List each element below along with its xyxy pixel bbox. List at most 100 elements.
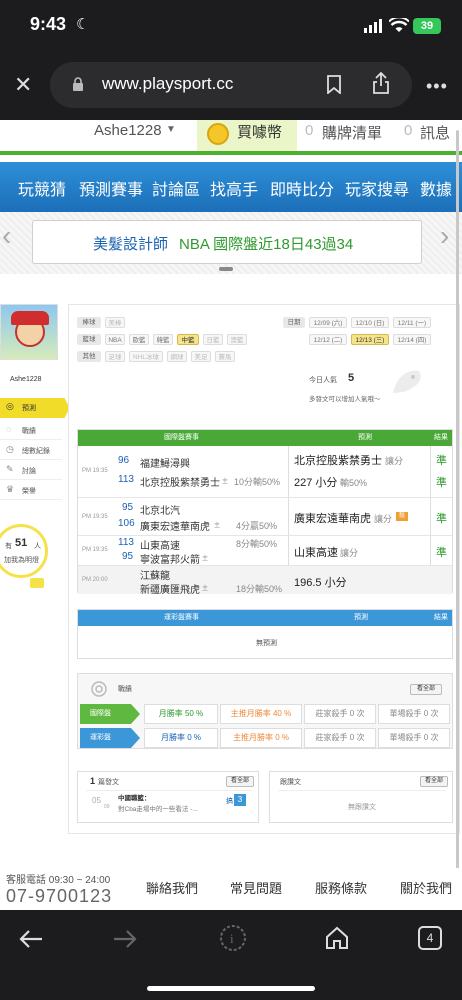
banner-card[interactable]: 美髮設計師 NBA 國際盤近18日43過34	[32, 220, 422, 264]
footer-link-terms[interactable]: 服務條款	[315, 878, 367, 897]
footer-link-about[interactable]: 關於我們	[400, 878, 452, 897]
handicap-line: 4分贏50%	[236, 521, 278, 531]
sidebar-item-label: 預測	[22, 405, 36, 412]
lottery-bookie-killer: 莊家殺手 0 次	[304, 728, 376, 748]
chevron-left-icon[interactable]: ‹	[2, 220, 11, 252]
reply-label: 搞	[226, 798, 233, 805]
share-icon[interactable]	[372, 72, 390, 94]
cart-link[interactable]: 購牌清單	[322, 122, 382, 143]
game-time: PM 19:35	[82, 514, 108, 520]
forward-arrow-icon[interactable]	[112, 928, 138, 950]
filter-us-football[interactable]: 美足	[191, 351, 211, 362]
tabs-button[interactable]: 4	[418, 926, 442, 950]
away-score: 96	[118, 455, 130, 466]
fan-lightbulb[interactable]: 有 51 人 加我為明燈	[0, 524, 48, 578]
result-badge: 準	[436, 455, 447, 467]
popularity-label: 今日人氣	[309, 377, 337, 384]
lottery-col-predict: 預測	[354, 614, 368, 621]
lottery-prediction-table: 運彩盤賽事 預測 結果 無預測	[77, 609, 453, 659]
avatar	[0, 304, 58, 360]
home-icon[interactable]	[324, 925, 350, 951]
nav-item-live-scores[interactable]: 即時比分	[270, 176, 334, 200]
home-score: 95	[122, 551, 134, 562]
status-bar: 9:43 ☾ 39	[0, 0, 462, 52]
replies-panel: 跟讚文 看全部 無跟讚文	[269, 771, 453, 823]
filter-euro-basketball[interactable]: 歐籃	[129, 334, 149, 345]
info-icon[interactable]: i	[219, 924, 247, 952]
carousel-dots	[219, 267, 233, 271]
date-1213[interactable]: 12/13 (三)	[351, 334, 389, 345]
wifi-icon	[389, 18, 409, 32]
filter-australia-basketball[interactable]: 澳籃	[227, 334, 247, 345]
buy-coins-button[interactable]: 買噱幣	[197, 120, 297, 151]
filter-nhl[interactable]: NHL冰球	[129, 351, 163, 362]
sidebar-item-total-record[interactable]: ◷ 總數紀錄	[0, 442, 62, 460]
nav-item-forum[interactable]: 討論區	[152, 176, 200, 200]
filter-soccer[interactable]: 足球	[105, 351, 125, 362]
lightbulb-icon	[30, 578, 44, 588]
lottery-month-win-rate: 月勝率 0 %	[144, 728, 218, 748]
nav-item-find-experts[interactable]: 找高手	[210, 176, 258, 200]
sidebar-item-record[interactable]: ◌ 戰績	[0, 422, 62, 440]
sidebar-item-honor[interactable]: ♛ 榮譽	[0, 482, 62, 500]
posts-view-all-button[interactable]: 看全部	[226, 776, 254, 787]
date-1211[interactable]: 12/11 (一)	[393, 317, 431, 328]
scrollbar[interactable]	[456, 130, 459, 890]
nav-item-predict-game[interactable]: 玩競猜	[18, 176, 66, 200]
filter-china-basketball[interactable]: 中籃	[177, 334, 199, 345]
close-icon[interactable]: ✕	[14, 72, 32, 98]
bookmark-icon[interactable]	[327, 75, 341, 94]
filter-us-baseball[interactable]: 美棒	[105, 317, 125, 328]
away-team: 北京北汽	[140, 506, 180, 517]
message-link[interactable]: 訊息	[420, 122, 450, 143]
chat-icon: ◌	[6, 424, 12, 434]
address-bar[interactable]: www.playsport.cc	[50, 62, 412, 108]
popularity-note: 多發文可以增加人氣哦～	[309, 396, 381, 403]
back-arrow-icon[interactable]	[18, 928, 44, 950]
record-view-all-button[interactable]: 看全部	[410, 684, 442, 695]
date-1209[interactable]: 12/09 (六)	[309, 317, 347, 328]
filter-japan-basketball[interactable]: 日籃	[203, 334, 223, 345]
away-team: 山東高速	[140, 541, 180, 552]
nav-item-predict-events[interactable]: 預測賽事	[79, 176, 143, 200]
status-time: 9:43	[30, 14, 67, 34]
sidebar-item-label: 戰績	[22, 428, 36, 435]
post-title[interactable]: 對Cba走場中的一些看法 -...	[118, 803, 198, 813]
sidebar-item-discuss[interactable]: ✎ 討論	[0, 462, 62, 480]
fans-count: 51	[15, 537, 28, 549]
replies-view-all-button[interactable]: 看全部	[420, 776, 448, 787]
fans-unit: 人	[34, 543, 41, 550]
home-mark: 主	[222, 479, 229, 485]
more-options-icon[interactable]: •••	[426, 76, 448, 97]
date-1214[interactable]: 12/14 (四)	[393, 334, 431, 345]
filter-horse-racing[interactable]: 賽馬	[215, 351, 235, 362]
table-row: PM 19:35 113 山東高速 95 寧波富邦火箭 主 8分輸50% 山東高…	[78, 536, 452, 566]
service-phone[interactable]: 07-9700123	[6, 886, 112, 907]
username-dropdown[interactable]: Ashe1228	[94, 122, 162, 139]
nav-item-data[interactable]: 數據	[420, 176, 452, 200]
chevron-right-icon[interactable]: ›	[440, 220, 449, 252]
date-1210[interactable]: 12/10 (日)	[351, 317, 389, 328]
post-count-label: 篇發文	[98, 779, 119, 786]
footer-link-contact[interactable]: 聯絡我們	[146, 878, 198, 897]
chevron-down-icon: ▼	[166, 124, 176, 135]
home-mark: 主	[214, 523, 221, 529]
result-badge: 準	[436, 547, 447, 559]
filter-korea-basketball[interactable]: 韓籃	[153, 334, 173, 345]
post-category[interactable]: 中國職籃：	[118, 792, 151, 802]
prediction-type: 讓分	[374, 514, 393, 524]
lottery-record-tab: 運彩盤	[80, 728, 140, 748]
filter-label-basketball: 籃球	[77, 334, 101, 345]
nav-item-player-search[interactable]: 玩家搜尋	[345, 176, 409, 200]
prediction-pick-2: 227 小分	[294, 477, 338, 489]
sidebar-item-predict[interactable]: ◎ 預測	[0, 398, 70, 418]
prediction-type: 讓分	[340, 548, 359, 558]
filter-tennis[interactable]: 網球	[167, 351, 187, 362]
filter-nba[interactable]: NBA	[105, 334, 125, 345]
record-panel: 戰績 看全部 國際盤 月勝率 50 % 主推月勝率 40 % 莊家殺手 0 次 …	[77, 673, 453, 749]
handicap-line: 18分輸50%	[236, 584, 283, 594]
record-icon	[91, 681, 107, 697]
footer-link-faq[interactable]: 常見問題	[230, 878, 282, 897]
game-time: PM 19:35	[82, 547, 108, 553]
date-1212[interactable]: 12/12 (二)	[309, 334, 347, 345]
